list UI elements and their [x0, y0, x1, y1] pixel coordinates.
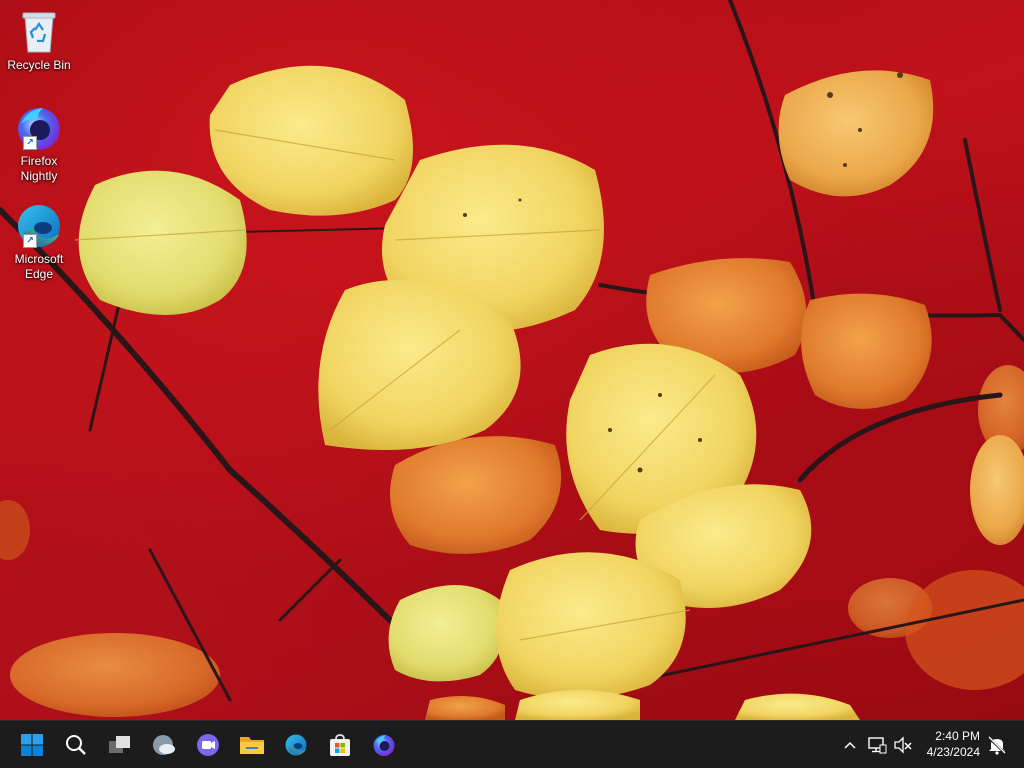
microsoft-store-icon [330, 734, 350, 756]
clock-date: 4/23/2024 [926, 745, 980, 759]
notification-bell-icon [987, 736, 1007, 755]
shortcut-arrow-icon: ↗ [23, 136, 37, 150]
desktop-icon-firefox-nightly[interactable]: ↗ Firefox Nightly [4, 104, 74, 184]
taskbar-clock[interactable]: 2:40 PM 4/23/2024 [910, 728, 980, 760]
widgets-button[interactable] [146, 727, 182, 763]
notifications-button[interactable] [986, 733, 1008, 757]
clock-time: 2:40 PM [935, 729, 980, 743]
desktop-icon-label: Microsoft Edge [14, 252, 64, 281]
weather-widget-icon [153, 735, 175, 755]
task-view-button[interactable] [102, 727, 138, 763]
microsoft-store-button[interactable] [322, 727, 358, 763]
start-button[interactable] [14, 727, 50, 763]
desktop-icon-label: Recycle Bin [7, 58, 71, 72]
microsoft-edge-icon: ↗ [15, 202, 63, 250]
chevron-up-icon [844, 741, 856, 749]
teams-chat-button[interactable] [190, 727, 226, 763]
desktop-icon-label: Firefox Nightly [20, 154, 58, 183]
file-explorer-button[interactable] [234, 727, 270, 763]
network-icon [868, 737, 887, 754]
wallpaper-autumn-leaves [0, 0, 1024, 720]
firefox-nightly-icon [373, 735, 395, 756]
windows-start-icon [21, 734, 43, 756]
firefox-nightly-icon: ↗ [15, 104, 63, 152]
taskbar: 2:40 PM 4/23/2024 [0, 720, 1024, 768]
edge-taskbar-button[interactable] [278, 727, 314, 763]
file-explorer-icon [240, 737, 264, 754]
show-hidden-icons-button[interactable] [840, 733, 860, 757]
desktop-icon-microsoft-edge[interactable]: ↗ Microsoft Edge [4, 202, 74, 282]
firefox-nightly-taskbar-button[interactable] [366, 727, 402, 763]
microsoft-edge-icon [285, 734, 307, 756]
teams-chat-icon [197, 734, 219, 756]
desktop[interactable]: Recycle Bin ↗ Firefox Nightly ↗ Microsof… [0, 0, 1024, 720]
network-status-button[interactable] [866, 733, 888, 757]
desktop-icon-recycle-bin[interactable]: Recycle Bin [4, 8, 74, 73]
task-view-icon [109, 736, 130, 753]
search-icon [66, 735, 86, 755]
recycle-bin-icon [15, 8, 63, 56]
shortcut-arrow-icon: ↗ [23, 234, 37, 248]
search-button[interactable] [58, 727, 94, 763]
